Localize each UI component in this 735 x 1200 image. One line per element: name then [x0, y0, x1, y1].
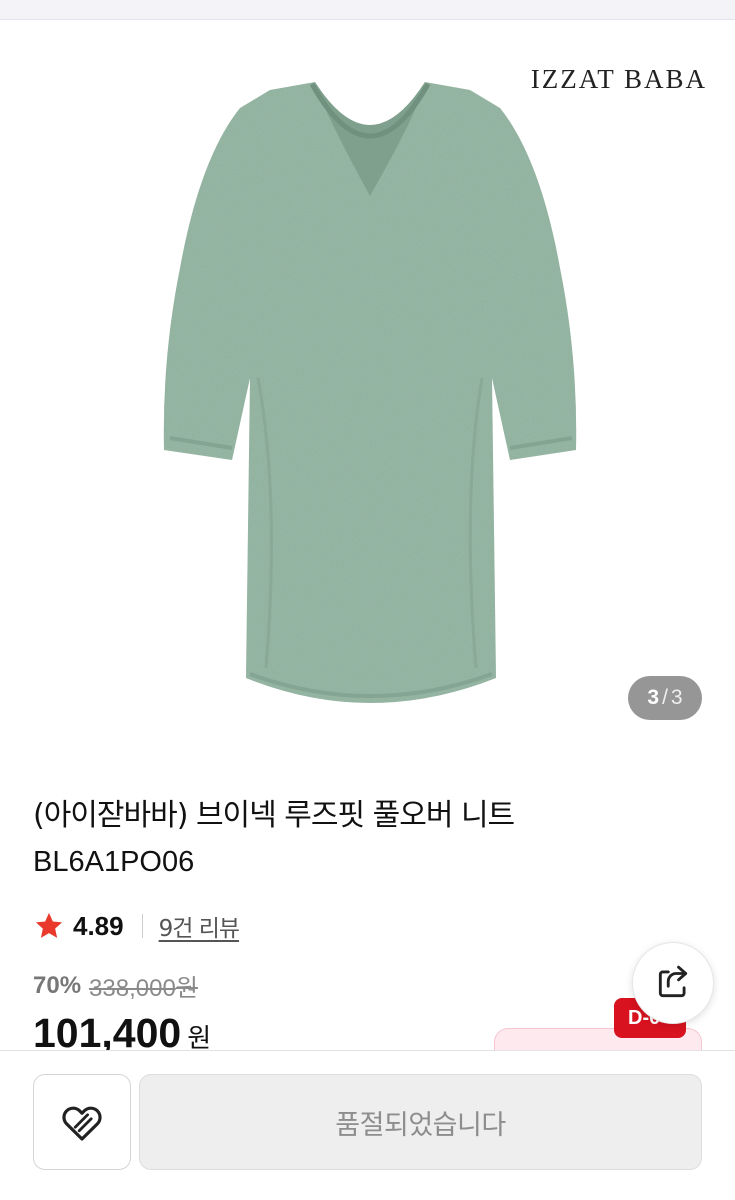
- gallery-current-index: 3: [647, 686, 660, 709]
- bottom-action-bar: 품절되었습니다: [0, 1050, 735, 1200]
- original-price-number: 338,000: [89, 975, 176, 1002]
- soldout-button[interactable]: 품절되었습니다: [139, 1074, 702, 1170]
- rating-row: 4.89 9건 리뷰: [33, 906, 240, 946]
- product-title: (아이잗바바) 브이넥 루즈핏 풀오버 니트: [33, 798, 515, 833]
- product-code: BL6A1PO06: [33, 846, 195, 878]
- rating-divider: [141, 914, 143, 938]
- product-photo: [163, 82, 577, 703]
- gallery-separator: /: [662, 686, 668, 709]
- star-icon: [35, 912, 63, 938]
- discount-row: 70% 338,000원: [33, 968, 198, 1003]
- share-button[interactable]: [632, 942, 714, 1024]
- wishlist-button[interactable]: [33, 1074, 131, 1170]
- review-count-link[interactable]: 9건 리뷰: [159, 909, 240, 943]
- gallery-pager: 3 / 3: [628, 676, 702, 720]
- heart-icon: [62, 1106, 102, 1141]
- product-image-gallery[interactable]: IZZAT BABA 3 / 3: [0, 20, 735, 750]
- top-status-strip: [0, 0, 735, 20]
- original-price: 338,000원: [89, 968, 198, 1003]
- rating-value: 4.89: [73, 910, 124, 941]
- original-price-unit: 원: [175, 974, 198, 1002]
- gallery-total: 3: [670, 686, 683, 709]
- discount-rate: 70%: [33, 971, 82, 999]
- share-icon: [658, 965, 688, 998]
